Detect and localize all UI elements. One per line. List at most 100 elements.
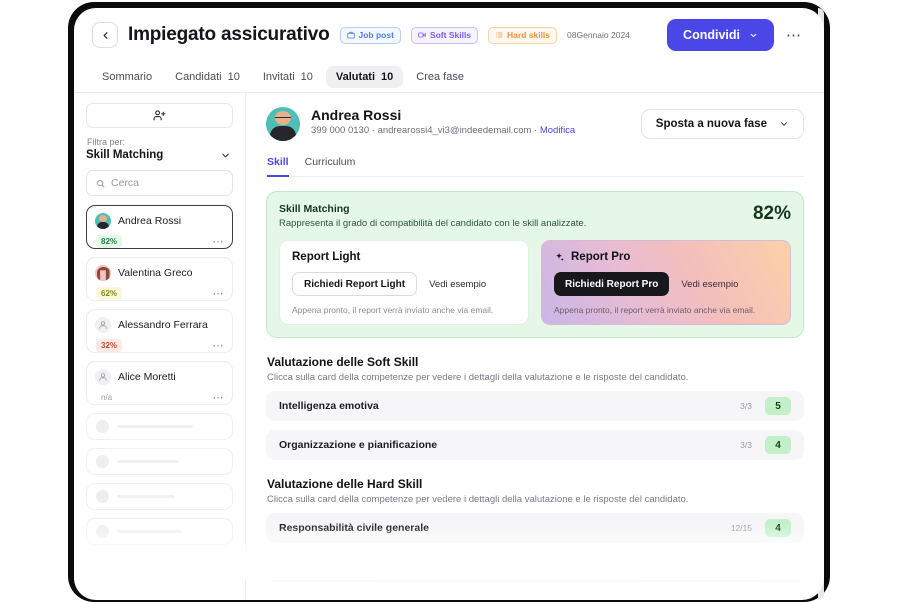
sidebar-candidate-alessandro-ferrara[interactable]: Alessandro Ferrara 32% ⋯ — [86, 309, 233, 353]
sidebar-candidate-alice-moretti[interactable]: Alice Moretti n/a ⋯ — [86, 361, 233, 405]
edit-link[interactable]: Modifica — [540, 125, 575, 136]
tab-curriculum[interactable]: Curriculum — [305, 156, 356, 177]
soft-skill-row-intelligenza-emotiva[interactable]: Intelligenza emotiva 3/3 5 — [266, 391, 804, 421]
back-button[interactable] — [92, 22, 118, 48]
search-icon — [96, 179, 105, 188]
hard-skill-row-responsabilita-civile-generale[interactable]: Responsabilità civile generale 12/15 4 — [266, 513, 804, 543]
skill-fraction: 12/15 — [731, 523, 752, 533]
candidate-more-button[interactable]: ⋯ — [213, 391, 225, 404]
candidate-name: Alice Moretti — [118, 371, 176, 383]
skill-matching-text: Skill Matching Rappresenta il grado di c… — [279, 203, 586, 229]
candidate-row-top: Alessandro Ferrara — [95, 317, 224, 333]
chip-job-post-label: Job post — [359, 30, 394, 40]
glasses-detail — [275, 117, 291, 121]
report-pro-note: Appena pronto, il report verrà inviato a… — [554, 305, 778, 315]
skill-matching-header: Skill Matching Rappresenta il grado di c… — [279, 203, 791, 229]
header-more-button[interactable]: ⋯ — [784, 26, 804, 44]
hard-skills-title: Valutazione delle Hard Skill — [267, 477, 804, 491]
sidebar-candidate-valentina-greco[interactable]: Valentina Greco 62% ⋯ — [86, 257, 233, 301]
chevron-down-icon — [779, 119, 789, 129]
list-icon — [495, 31, 503, 39]
tab-sommario[interactable]: Sommario — [92, 66, 162, 88]
chip-hard-skills[interactable]: Hard skills — [488, 27, 557, 44]
user-icon — [98, 372, 108, 382]
avatar-skeleton — [96, 490, 109, 503]
tab-sommario-label: Sommario — [102, 71, 152, 83]
candidate-row-bottom: 82% ⋯ — [95, 235, 224, 248]
candidate-header: Andrea Rossi 399 000 0130 · andrearossi4… — [266, 107, 804, 141]
chip-job-post[interactable]: Job post — [340, 27, 401, 44]
app-screen: Impiegato assicurativo Job post Soft Ski… — [74, 8, 824, 600]
report-pro-title-text: Report Pro — [571, 251, 630, 263]
chevron-down-icon — [749, 31, 758, 40]
score-badge: 62% — [96, 287, 122, 300]
sidebar-candidate-andrea-rossi[interactable]: Andrea Rossi 82% ⋯ — [86, 205, 233, 249]
skill-matching-description: Rappresenta il grado di compatibilità de… — [279, 218, 586, 229]
candidate-contact: 399 000 0130 · andrearossi4_vi3@indeedem… — [311, 125, 575, 136]
skill-name: Organizzazione e pianificazione — [279, 439, 437, 451]
tab-crea-fase-label: Crea fase — [416, 71, 464, 83]
skill-matching-percent: 82% — [753, 203, 791, 223]
hard-skill-row-infortuni-e-malattia[interactable]: Infortuni e malattia 12/12 3 — [266, 552, 804, 582]
tab-valutati-count: 10 — [381, 71, 393, 83]
text-skeleton — [117, 425, 193, 429]
chip-soft-skills[interactable]: Soft Skills — [411, 27, 478, 44]
filter-select[interactable]: Skill Matching — [86, 149, 233, 161]
candidate-more-button[interactable]: ⋯ — [213, 235, 225, 248]
candidate-row-top: Andrea Rossi — [95, 213, 224, 229]
chip-hard-skills-label: Hard skills — [507, 30, 550, 40]
page-title: Impiegato assicurativo — [128, 24, 330, 46]
tab-candidati-label: Candidati — [175, 71, 221, 83]
tab-candidati[interactable]: Candidati 10 — [165, 66, 250, 88]
search-placeholder: Cerca — [111, 177, 139, 189]
tab-skill[interactable]: Skill — [267, 156, 289, 177]
avatar — [95, 265, 111, 281]
score-badge: 82% — [96, 235, 122, 248]
video-icon — [418, 31, 426, 39]
tab-crea-fase[interactable]: Crea fase — [406, 66, 474, 88]
skill-fraction: 3/3 — [740, 440, 752, 450]
candidate-row-top: Alice Moretti — [95, 369, 224, 385]
share-button[interactable]: Condividi — [667, 19, 774, 51]
search-input[interactable]: Cerca — [86, 170, 233, 196]
move-to-phase-button[interactable]: Sposta a nuova fase — [641, 109, 804, 139]
score-badge: n/a — [96, 391, 117, 404]
request-report-light-button[interactable]: Richiedi Report Light — [292, 272, 417, 296]
text-skeleton — [117, 460, 179, 464]
main-panel: Andrea Rossi 399 000 0130 · andrearossi4… — [246, 93, 824, 600]
report-light-example-link[interactable]: Vedi esempio — [429, 279, 486, 290]
avatar-skeleton — [96, 560, 109, 573]
candidate-row-bottom: 32% ⋯ — [95, 339, 224, 352]
avatar-skeleton — [96, 420, 109, 433]
candidate-more-button[interactable]: ⋯ — [213, 339, 225, 352]
briefcase-icon — [347, 31, 355, 39]
skill-score-badge: 4 — [765, 519, 791, 537]
report-pro-actions: Richiedi Report Pro Vedi esempio — [554, 272, 778, 296]
skill-matching-card: Skill Matching Rappresenta il grado di c… — [266, 191, 804, 338]
skill-name: Infortuni e malattia — [279, 561, 373, 573]
tab-invitati[interactable]: Invitati 10 — [253, 66, 323, 88]
report-pro-example-link[interactable]: Vedi esempio — [681, 279, 738, 290]
soft-skill-row-organizzazione-e-pianificazione[interactable]: Organizzazione e pianificazione 3/3 4 — [266, 430, 804, 460]
chevron-down-icon — [220, 150, 231, 161]
phase-tabs: Sommario Candidati 10 Invitati 10 Valuta… — [74, 62, 824, 93]
avatar — [266, 107, 300, 141]
candidate-row-bottom: 62% ⋯ — [95, 287, 224, 300]
report-light-card: Report Light Richiedi Report Light Vedi … — [279, 240, 529, 325]
user-icon — [98, 320, 108, 330]
skill-fraction: 12/12 — [731, 562, 752, 572]
list-item-skeleton — [86, 413, 233, 440]
candidate-name: Andrea Rossi — [311, 107, 575, 123]
list-item-skeleton — [86, 448, 233, 475]
add-candidate-button[interactable] — [86, 103, 233, 128]
share-button-label: Condividi — [683, 28, 740, 42]
candidate-more-button[interactable]: ⋯ — [213, 287, 225, 300]
skill-fraction: 3/3 — [740, 401, 752, 411]
request-report-pro-button[interactable]: Richiedi Report Pro — [554, 272, 669, 296]
avatar-skeleton — [96, 525, 109, 538]
sparkles-icon — [554, 252, 565, 263]
list-item-skeleton — [86, 518, 233, 545]
text-skeleton — [117, 565, 171, 569]
app-header: Impiegato assicurativo Job post Soft Ski… — [74, 8, 824, 62]
tab-valutati[interactable]: Valutati 10 — [326, 66, 403, 88]
